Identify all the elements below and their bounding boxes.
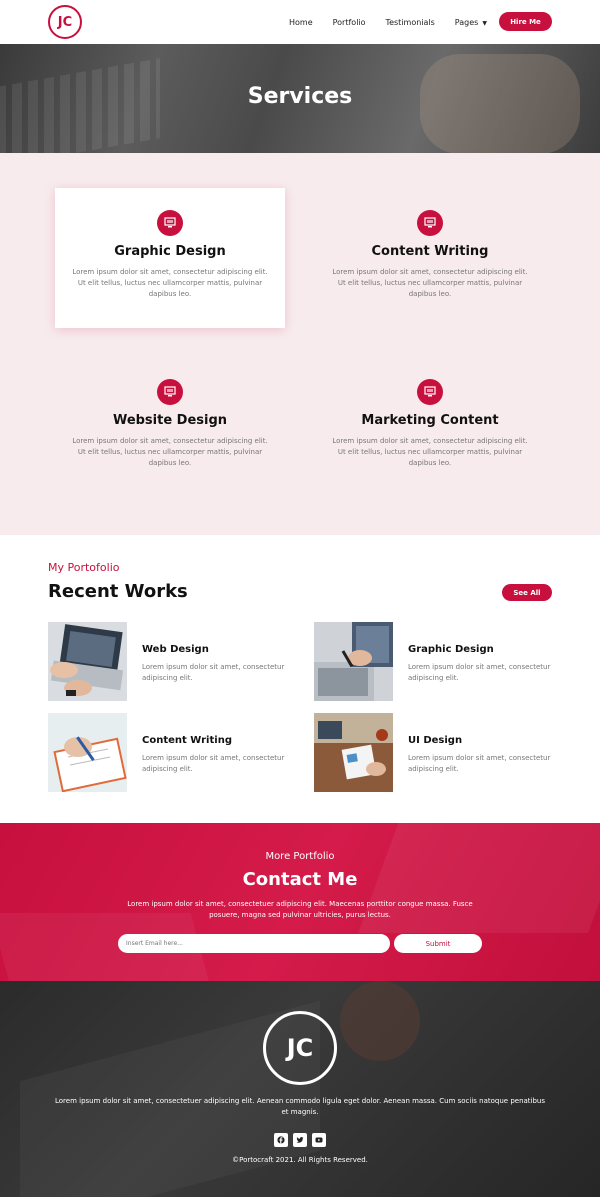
- work-text: Lorem ipsum dolor sit amet, consectetur …: [142, 754, 285, 773]
- work-thumbnail[interactable]: [314, 622, 393, 701]
- work-title: UI Design: [408, 735, 463, 746]
- work-text: Lorem ipsum dolor sit amet, consectetur …: [408, 754, 551, 773]
- caret-down-icon: ▼: [482, 19, 487, 27]
- work-item-graphic-design[interactable]: Graphic Design Lorem ipsum dolor sit ame…: [314, 622, 554, 701]
- service-card-marketing-content[interactable]: Marketing Content Lorem ipsum dolor sit …: [315, 357, 545, 497]
- nav-pages-label: Pages: [454, 17, 479, 27]
- work-item-ui-design[interactable]: UI Design Lorem ipsum dolor sit amet, co…: [314, 713, 554, 792]
- nav-portfolio[interactable]: Portfolio: [333, 18, 366, 27]
- work-item-content-writing[interactable]: Content Writing Lorem ipsum dolor sit am…: [48, 713, 288, 792]
- monitor-design-icon: [417, 379, 443, 405]
- work-thumbnail[interactable]: [48, 622, 127, 701]
- service-card-content-writing[interactable]: Content Writing Lorem ipsum dolor sit am…: [315, 188, 545, 328]
- logo[interactable]: JC: [48, 5, 82, 39]
- work-thumbnail[interactable]: [314, 713, 393, 792]
- top-navbar: JC Home Portfolio Testimonials Pages ▼ Hi…: [0, 0, 600, 44]
- service-card-graphic-design[interactable]: Graphic Design Lorem ipsum dolor sit ame…: [55, 188, 285, 328]
- monitor-design-icon: [157, 379, 183, 405]
- nav-testimonials[interactable]: Testimonials: [386, 18, 435, 27]
- work-title: Web Design: [142, 644, 209, 655]
- contact-subhead: More Portfolio: [265, 851, 335, 862]
- monitor-design-icon: [157, 210, 183, 236]
- service-text: Lorem ipsum dolor sit amet, consectetur …: [332, 268, 528, 298]
- youtube-icon[interactable]: [312, 1133, 326, 1147]
- work-item-web-design[interactable]: Web Design Lorem ipsum dolor sit amet, c…: [48, 622, 288, 701]
- work-text: Lorem ipsum dolor sit amet, consectetur …: [408, 663, 551, 682]
- hero-banner: Services: [0, 44, 600, 153]
- copyright-text: ©Portocraft 2021. All Rights Reserved.: [232, 1156, 368, 1164]
- work-text: Lorem ipsum dolor sit amet, consectetur …: [142, 663, 285, 682]
- service-title: Graphic Design: [114, 244, 226, 259]
- footer-text: Lorem ipsum dolor sit amet, consectetuer…: [54, 1097, 546, 1116]
- contact-title: Contact Me: [242, 869, 358, 890]
- service-title: Content Writing: [371, 244, 489, 259]
- monitor-design-icon: [417, 210, 443, 236]
- services-section: Graphic Design Lorem ipsum dolor sit ame…: [0, 153, 600, 535]
- section-title: Recent Works: [48, 581, 188, 602]
- nav-pages[interactable]: Pages ▼: [455, 18, 487, 27]
- submit-button[interactable]: Submit: [394, 934, 482, 953]
- work-thumbnail[interactable]: [48, 713, 127, 792]
- service-title: Marketing Content: [361, 413, 499, 428]
- service-text: Lorem ipsum dolor sit amet, consectetur …: [72, 268, 268, 298]
- twitter-icon[interactable]: [293, 1133, 307, 1147]
- footer-logo[interactable]: JC: [263, 1011, 337, 1085]
- recent-works-section: My Portofolio Recent Works See All Web D…: [0, 535, 600, 823]
- service-title: Website Design: [112, 413, 228, 428]
- nav-links: Home Portfolio Testimonials Pages ▼: [289, 0, 507, 44]
- see-all-button[interactable]: See All: [502, 584, 552, 601]
- footer: JC Lorem ipsum dolor sit amet, consectet…: [0, 981, 600, 1197]
- service-text: Lorem ipsum dolor sit amet, consectetur …: [332, 437, 528, 467]
- contact-text: Lorem ipsum dolor sit amet, consectetuer…: [127, 900, 473, 919]
- contact-section: More Portfolio Contact Me Lorem ipsum do…: [0, 823, 600, 981]
- hire-me-button[interactable]: Hire Me: [499, 12, 552, 31]
- social-links: [274, 1133, 331, 1147]
- work-title: Content Writing: [142, 735, 232, 746]
- service-card-website-design[interactable]: Website Design Lorem ipsum dolor sit ame…: [55, 357, 285, 497]
- section-subhead: My Portofolio: [48, 561, 120, 574]
- facebook-icon[interactable]: [274, 1133, 288, 1147]
- work-title: Graphic Design: [408, 644, 494, 655]
- email-field[interactable]: [118, 934, 390, 953]
- nav-home[interactable]: Home: [289, 18, 313, 27]
- page-title: Services: [247, 84, 353, 109]
- service-text: Lorem ipsum dolor sit amet, consectetur …: [72, 437, 268, 467]
